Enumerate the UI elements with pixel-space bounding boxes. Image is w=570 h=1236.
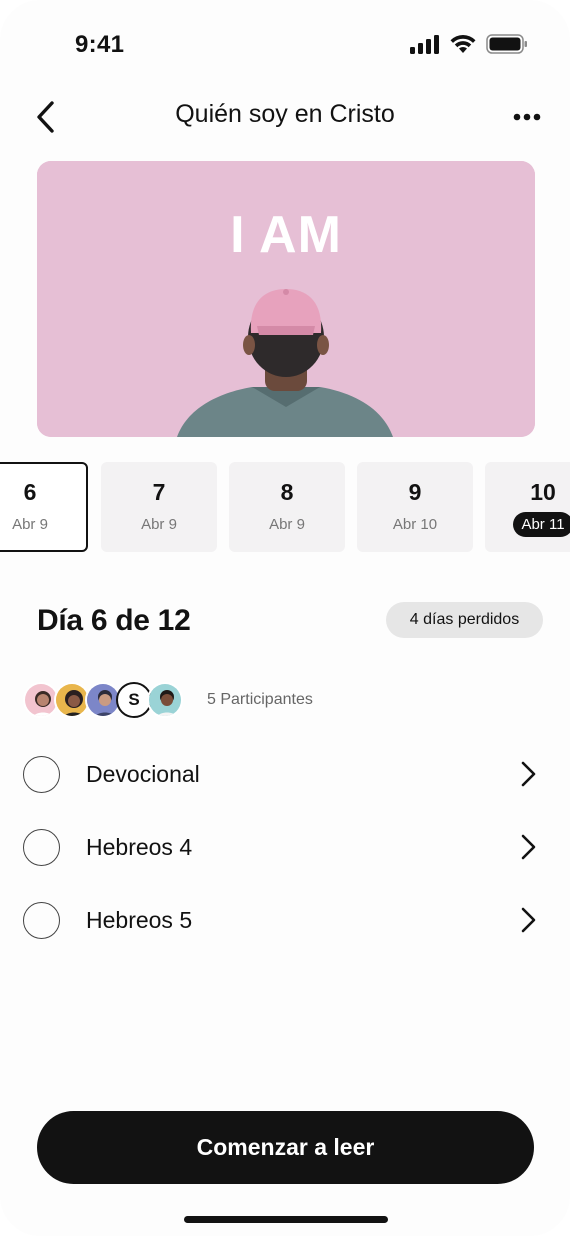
more-options-button[interactable] [510,104,544,130]
day-number: 6 [23,479,37,505]
home-indicator [184,1216,388,1223]
day-number: 7 [152,479,166,505]
day-date: Abr 9 [141,516,177,533]
task-checkbox[interactable] [23,901,60,939]
participants-count[interactable]: 5 Participantes [207,691,313,709]
day-card-8[interactable]: 8 Abr 9 [229,462,345,552]
missed-days-badge[interactable]: 4 días perdidos [386,602,543,638]
day-card-10[interactable]: 10 Abr 11 [485,462,570,552]
chevron-right-icon [517,759,539,789]
wifi-icon [450,34,476,53]
day-card-9[interactable]: 9 Abr 10 [357,462,473,552]
day-date: Abr 9 [12,516,48,533]
day-number: 9 [408,479,422,505]
hero-illustration [37,161,535,437]
more-horizontal-icon [513,113,541,121]
day-card-7[interactable]: 7 Abr 9 [101,462,217,552]
task-row-devocional[interactable]: Devocional [23,754,543,794]
avatar-initial-letter: S [128,690,140,709]
day-card-6[interactable]: 6 Abr 9 [0,462,88,552]
task-label: Devocional [86,760,200,787]
avatar [147,682,183,718]
day-date: Abr 9 [269,516,305,533]
battery-icon [486,34,527,54]
task-row-hebreos-5[interactable]: Hebreos 5 [23,900,543,940]
task-label: Hebreos 5 [86,906,193,933]
page-title: Quién soy en Cristo [175,100,395,128]
plan-hero-image: I AM [37,161,535,437]
day-number: 8 [280,479,294,505]
chevron-right-icon [517,905,539,935]
task-row-hebreos-4[interactable]: Hebreos 4 [23,827,543,867]
phone-screen: 9:41 Quién soy en Cristo I AM 6 Abr 9 7 … [0,0,570,1236]
today-date-badge: Abr 11 [513,512,570,537]
participant-avatars[interactable]: S [23,682,193,718]
task-checkbox[interactable] [23,828,60,866]
status-icons [410,34,528,54]
cellular-signal-icon [410,34,439,54]
hero-title-text: I AM [230,206,342,264]
status-time: 9:41 [75,31,125,58]
day-date: Abr 10 [392,516,438,533]
chevron-right-icon [517,832,539,862]
start-reading-button[interactable]: Comenzar a leer [37,1111,534,1184]
task-checkbox[interactable] [23,755,60,793]
day-progress-heading: Día 6 de 12 [37,604,191,637]
task-label: Hebreos 4 [86,833,193,860]
day-number: 10 [530,479,556,505]
